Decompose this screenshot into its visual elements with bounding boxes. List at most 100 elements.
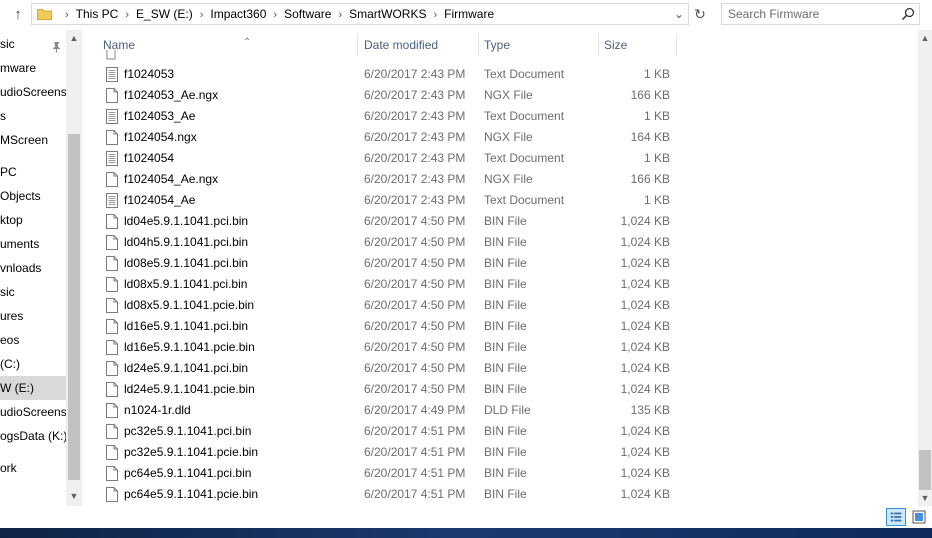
column-header-type[interactable]: Type — [484, 30, 598, 60]
nav-item-pictures[interactable]: ures — [0, 304, 66, 328]
nav-item-label: s — [0, 109, 6, 123]
breadcrumb-software[interactable]: Software — [284, 7, 331, 21]
file-row[interactable]: f1024054_Ae.ngx 6/20/2017 2:43 PM NGX File… — [100, 169, 680, 190]
file-row[interactable]: ld04e5.9.1.1041.pci.bin 6/20/2017 4:50 PM… — [100, 211, 680, 232]
breadcrumb-drive[interactable]: E_SW (E:) — [136, 7, 193, 21]
nav-item-desktop[interactable]: ktop — [0, 208, 66, 232]
file-date-modified: 6/20/2017 2:43 PM — [364, 130, 466, 144]
file-row[interactable]: ld04h5.9.1.1041.pci.bin 6/20/2017 4:50 PM… — [100, 232, 680, 253]
address-bar[interactable]: › This PC › E_SW (E:) › Impact360 › Software › Sm… — [31, 3, 689, 25]
nav-item-audioscreens-drive[interactable]: udioScreens — [0, 400, 66, 424]
file-row[interactable]: ld08e5.9.1.1041.pci.bin 6/20/2017 4:50 PM… — [100, 253, 680, 274]
nav-item-drive-e[interactable]: W (E:) — [0, 376, 66, 400]
scroll-down-icon[interactable]: ▼ — [918, 490, 932, 506]
file-size: 1,024 KB — [620, 235, 670, 249]
chevron-right-icon[interactable]: › — [200, 9, 204, 21]
breadcrumb-smartworks[interactable]: SmartWORKS — [349, 7, 426, 21]
nav-item-this-pc[interactable]: PC — [0, 160, 66, 184]
file-size: 1 KB — [643, 193, 670, 207]
chevron-right-icon[interactable]: › — [338, 9, 342, 21]
nav-scrollbar-thumb[interactable] — [68, 134, 80, 480]
nav-item-network[interactable]: ork — [0, 456, 66, 480]
file-icon — [106, 403, 118, 418]
details-view-icon[interactable] — [886, 508, 906, 526]
list-scrollbar[interactable]: ▲ ▼ — [918, 30, 932, 506]
file-icon — [106, 487, 118, 502]
scroll-down-icon[interactable]: ▼ — [66, 488, 82, 504]
chevron-down-icon[interactable]: ⌄ — [672, 4, 686, 24]
nav-item-mscreen[interactable]: MScreen — [0, 128, 66, 152]
file-row[interactable]: f1024053_Ae 6/20/2017 2:43 PM Text Documen… — [100, 106, 680, 127]
scroll-up-icon[interactable]: ▲ — [918, 30, 932, 46]
file-row[interactable]: f1024054 6/20/2017 2:43 PM Text Document 1 … — [100, 148, 680, 169]
navigation-pane: sic mware udioScreens s MScreen PC Objec… — [0, 30, 82, 506]
nav-item-music-quick[interactable]: sic — [0, 32, 66, 56]
file-list: Name ⌃ Date modified Type Size f1024053 6… — [82, 30, 918, 506]
refresh-icon[interactable]: ↻ — [690, 3, 710, 25]
file-type: BIN File — [484, 298, 527, 312]
column-divider[interactable] — [676, 34, 677, 56]
nav-item-firmware[interactable]: mware — [0, 56, 66, 80]
nav-item-documents[interactable]: uments — [0, 232, 66, 256]
chevron-right-icon[interactable]: › — [65, 9, 69, 21]
file-row[interactable]: ld08x5.9.1.1041.pcie.bin 6/20/2017 4:50 P… — [100, 295, 680, 316]
column-divider[interactable] — [598, 34, 599, 56]
file-row[interactable]: f1024054.ngx 6/20/2017 2:43 PM NGX File 164… — [100, 127, 680, 148]
list-scrollbar-thumb[interactable] — [919, 450, 931, 490]
file-row[interactable]: pc64e5.9.1.1041.pcie.bin 6/20/2017 4:51 P… — [100, 484, 680, 505]
breadcrumb-impact360[interactable]: Impact360 — [210, 7, 266, 21]
nav-item-downloads[interactable]: vnloads — [0, 256, 66, 280]
nav-item-3d-objects[interactable]: Objects — [0, 184, 66, 208]
file-row[interactable]: pc32e5.9.1.1041.pci.bin 6/20/2017 4:51 PM… — [100, 421, 680, 442]
file-name: f1024053 — [124, 67, 175, 81]
file-date-modified: 6/20/2017 4:51 PM — [364, 424, 466, 438]
file-row[interactable]: ld24e5.9.1.1041.pci.bin 6/20/2017 4:50 PM… — [100, 358, 680, 379]
file-name: f1024053_Ae.ngx — [124, 88, 219, 102]
file-row[interactable]: f1024054_Ae 6/20/2017 2:43 PM Text Documen… — [100, 190, 680, 211]
file-type: BIN File — [484, 277, 527, 291]
file-type: BIN File — [484, 319, 527, 333]
nav-item-audioscreens[interactable]: udioScreens — [0, 80, 66, 104]
chevron-right-icon[interactable]: › — [433, 9, 437, 21]
search-icon[interactable] — [901, 7, 915, 21]
nav-item-s[interactable]: s — [0, 104, 66, 128]
chevron-right-icon[interactable]: › — [125, 9, 129, 21]
large-icons-view-icon[interactable] — [909, 508, 929, 526]
nav-item-label: udioScreens — [0, 85, 66, 99]
nav-item-logsdata-k[interactable]: ogsData (K:) — [0, 424, 66, 448]
file-name: n1024-1r.dld — [124, 403, 191, 417]
breadcrumb-this-pc[interactable]: This PC — [76, 7, 119, 21]
file-size: 135 KB — [630, 403, 670, 417]
column-header-date[interactable]: Date modified — [364, 30, 478, 60]
scroll-up-icon[interactable]: ▲ — [66, 30, 82, 46]
column-divider[interactable] — [357, 34, 358, 56]
file-type: BIN File — [484, 466, 527, 480]
file-type: DLD File — [484, 403, 531, 417]
file-row[interactable]: f1024053_Ae.ngx 6/20/2017 2:43 PM NGX File… — [100, 85, 680, 106]
text-file-icon — [106, 151, 118, 166]
column-header-size[interactable]: Size — [604, 30, 676, 60]
breadcrumb-firmware[interactable]: Firmware — [444, 7, 494, 21]
file-row[interactable]: n1024-1r.dld 6/20/2017 4:49 PM DLD File 135… — [100, 400, 680, 421]
up-arrow-icon[interactable]: ↑ — [8, 5, 28, 25]
file-row[interactable]: ld24e5.9.1.1041.pcie.bin 6/20/2017 4:50 P… — [100, 379, 680, 400]
nav-item-videos[interactable]: eos — [0, 328, 66, 352]
file-row[interactable]: pc32e5.9.1.1041.pcie.bin 6/20/2017 4:51 P… — [100, 442, 680, 463]
file-row[interactable]: pc64e5.9.1.1041.pci.bin 6/20/2017 4:51 PM… — [100, 463, 680, 484]
file-date-modified: 6/20/2017 2:43 PM — [364, 88, 466, 102]
column-header-name[interactable]: Name ⌃ — [103, 30, 357, 60]
search-input[interactable] — [722, 4, 898, 24]
nav-item-drive-c[interactable]: (C:) — [0, 352, 66, 376]
nav-item-music[interactable]: sic — [0, 280, 66, 304]
search-box[interactable] — [721, 3, 920, 25]
file-row[interactable]: ld16e5.9.1.1041.pci.bin 6/20/2017 4:50 PM… — [100, 316, 680, 337]
pin-icon[interactable] — [51, 41, 63, 53]
chevron-right-icon[interactable]: › — [273, 9, 277, 21]
file-row[interactable]: ld08x5.9.1.1041.pci.bin 6/20/2017 4:50 PM… — [100, 274, 680, 295]
file-row[interactable]: ld16e5.9.1.1041.pcie.bin 6/20/2017 4:50 P… — [100, 337, 680, 358]
file-date-modified: 6/20/2017 4:50 PM — [364, 256, 466, 270]
nav-scrollbar[interactable]: ▲ ▼ — [66, 30, 82, 506]
file-row[interactable]: f1024053 6/20/2017 2:43 PM Text Document 1 … — [100, 64, 680, 85]
file-size: 1,024 KB — [620, 382, 670, 396]
column-divider[interactable] — [478, 34, 479, 56]
